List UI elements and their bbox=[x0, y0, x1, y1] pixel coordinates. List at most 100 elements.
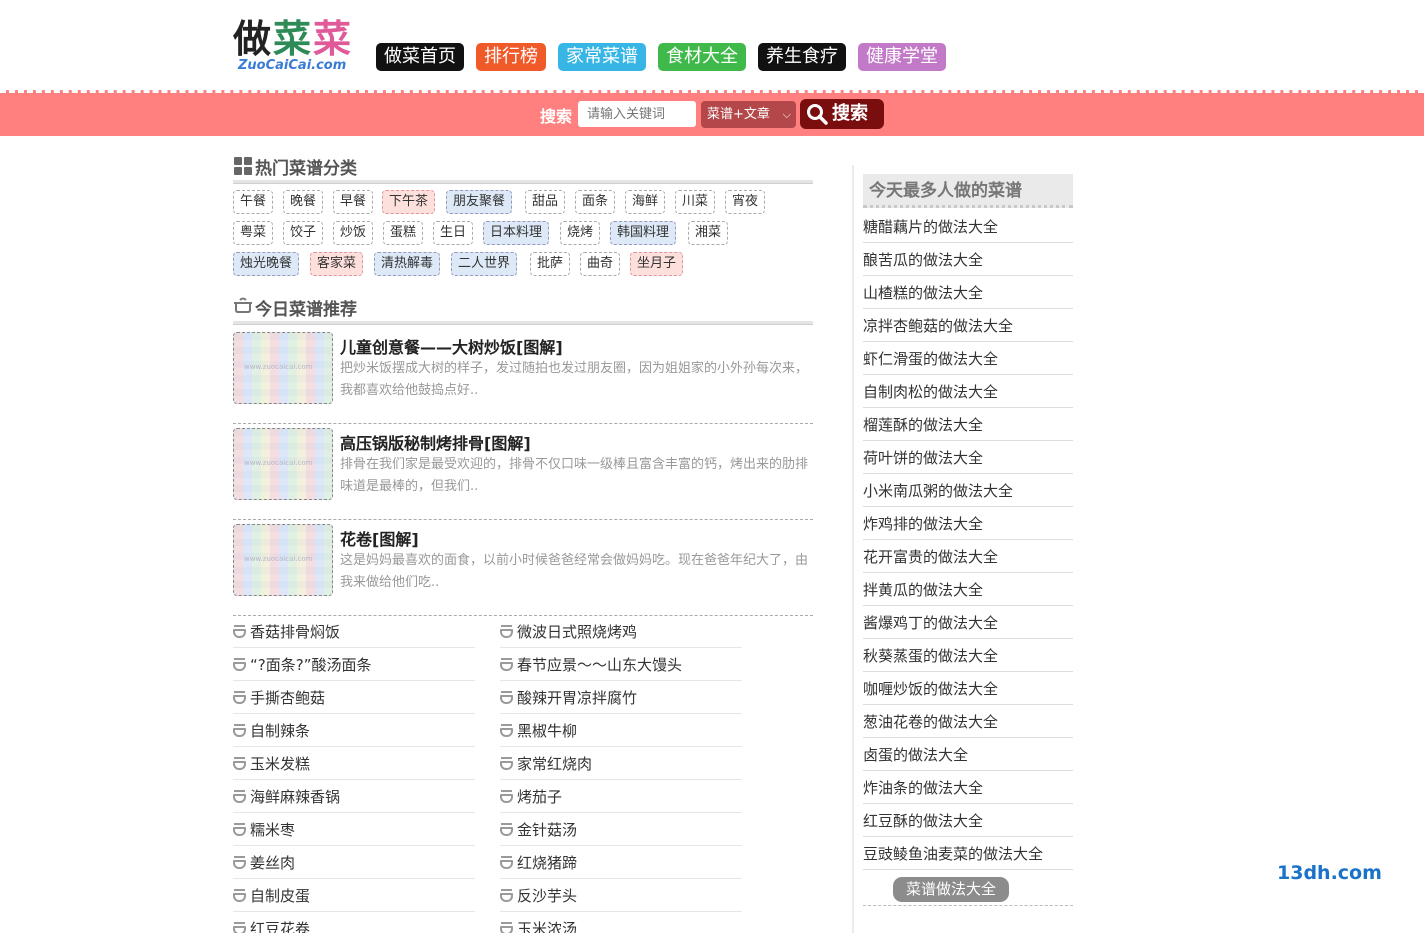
bowl-icon bbox=[233, 790, 246, 803]
category-tag[interactable]: 烧烤 bbox=[560, 221, 601, 245]
recipe-link-label: 姜丝肉 bbox=[250, 854, 296, 872]
popular-recipe-link[interactable]: 葱油花卷的做法大全 bbox=[863, 705, 1073, 738]
bowl-icon bbox=[500, 625, 513, 638]
recipe-link[interactable]: 红豆花卷 bbox=[233, 912, 475, 933]
recipe-link[interactable]: 酸辣开胃凉拌腐竹 bbox=[500, 681, 742, 714]
popular-recipe-link[interactable]: 酿苦瓜的做法大全 bbox=[863, 243, 1073, 276]
recipe-link[interactable]: 玉米发糕 bbox=[233, 747, 475, 780]
category-tag[interactable]: 客家菜 bbox=[310, 252, 364, 276]
logo-text: 做菜菜 bbox=[233, 8, 353, 63]
popular-recipe-label: 荷叶饼的做法大全 bbox=[863, 449, 984, 467]
search-label: 搜索 bbox=[540, 107, 573, 126]
popular-recipe-link[interactable]: 卤蛋的做法大全 bbox=[863, 738, 1073, 771]
popular-recipe-link[interactable]: 小米南瓜粥的做法大全 bbox=[863, 474, 1073, 507]
popular-recipe-label: 红豆酥的做法大全 bbox=[863, 812, 984, 830]
category-tag[interactable]: 烛光晚餐 bbox=[233, 252, 300, 276]
popular-recipe-link[interactable]: 虾仁滑蛋的做法大全 bbox=[863, 342, 1073, 375]
category-tag[interactable]: 下午茶 bbox=[382, 190, 436, 214]
nav-item[interactable]: 排行榜 bbox=[476, 43, 546, 71]
recipe-link[interactable]: 微波日式照烧烤鸡 bbox=[500, 615, 742, 648]
recipe-link[interactable]: 香菇排骨焖饭 bbox=[233, 615, 475, 648]
category-tag[interactable]: 蛋糕 bbox=[383, 221, 424, 245]
recipe-link[interactable]: 玉米浓汤 bbox=[500, 912, 742, 933]
popular-recipe-link[interactable]: 豆豉鲮鱼油麦菜的做法大全 bbox=[863, 837, 1073, 870]
recipe-link[interactable]: 春节应景～～山东大馒头 bbox=[500, 648, 742, 681]
recipe-link-label: 红豆花卷 bbox=[250, 920, 311, 933]
recipe-link[interactable]: 海鲜麻辣香锅 bbox=[233, 780, 475, 813]
recipe-link[interactable]: 黑椒牛柳 bbox=[500, 714, 742, 747]
category-tag[interactable]: 川菜 bbox=[675, 190, 716, 214]
category-tag[interactable]: 日本料理 bbox=[483, 221, 550, 245]
search-button[interactable]: 搜索 bbox=[800, 99, 884, 129]
recommend-title[interactable]: 花卷[图解] bbox=[340, 526, 419, 550]
category-tag[interactable]: 饺子 bbox=[283, 221, 324, 245]
nav-item[interactable]: 做菜首页 bbox=[376, 43, 464, 71]
nav-item[interactable]: 健康学堂 bbox=[858, 43, 946, 71]
more-recipes-button[interactable]: 菜谱做法大全 bbox=[893, 877, 1009, 902]
recipe-link[interactable]: 糯米枣 bbox=[233, 813, 475, 846]
popular-recipe-link[interactable]: 红豆酥的做法大全 bbox=[863, 804, 1073, 837]
popular-recipe-link[interactable]: 糖醋藕片的做法大全 bbox=[863, 210, 1073, 243]
recommend-title[interactable]: 儿童创意餐——大树炒饭[图解] bbox=[340, 334, 563, 358]
popular-recipe-link[interactable]: 自制肉松的做法大全 bbox=[863, 375, 1073, 408]
popular-recipe-link[interactable]: 拌黄瓜的做法大全 bbox=[863, 573, 1073, 606]
category-tag[interactable]: 生日 bbox=[433, 221, 474, 245]
popular-recipe-label: 卤蛋的做法大全 bbox=[863, 746, 969, 764]
recipe-link[interactable]: “?面条?”酸汤面条 bbox=[233, 648, 475, 681]
category-tag[interactable]: 坐月子 bbox=[630, 252, 684, 276]
popular-recipe-link[interactable]: 酱爆鸡丁的做法大全 bbox=[863, 606, 1073, 639]
popular-recipe-link[interactable]: 山楂糕的做法大全 bbox=[863, 276, 1073, 309]
category-tag[interactable]: 晚餐 bbox=[283, 190, 324, 214]
category-tag[interactable]: 宵夜 bbox=[725, 190, 766, 214]
popular-recipe-label: 凉拌杏鲍菇的做法大全 bbox=[863, 317, 1014, 335]
bowl-icon bbox=[233, 691, 246, 704]
recommend-title[interactable]: 高压锅版秘制烤排骨[图解] bbox=[340, 430, 531, 454]
popular-recipe-link[interactable]: 秋葵蒸蛋的做法大全 bbox=[863, 639, 1073, 672]
thumbnail-watermark: www.zuocaicai.com bbox=[244, 459, 313, 467]
recipe-thumbnail[interactable]: www.zuocaicai.com bbox=[233, 428, 333, 500]
recipe-link[interactable]: 手撕杏鲍菇 bbox=[233, 681, 475, 714]
category-tag[interactable]: 海鲜 bbox=[625, 190, 666, 214]
popular-recipe-link[interactable]: 炸油条的做法大全 bbox=[863, 771, 1073, 804]
recipe-link[interactable]: 反沙芋头 bbox=[500, 879, 742, 912]
popular-recipe-link[interactable]: 荷叶饼的做法大全 bbox=[863, 441, 1073, 474]
category-tag[interactable]: 早餐 bbox=[333, 190, 374, 214]
recipe-link[interactable]: 自制辣条 bbox=[233, 714, 475, 747]
popular-recipe-label: 山楂糕的做法大全 bbox=[863, 284, 984, 302]
category-tag[interactable]: 粤菜 bbox=[233, 221, 274, 245]
recipe-link[interactable]: 姜丝肉 bbox=[233, 846, 475, 879]
category-tag[interactable]: 午餐 bbox=[233, 190, 274, 214]
recipe-link[interactable]: 红烧猪蹄 bbox=[500, 846, 742, 879]
recipe-link[interactable]: 金针菇汤 bbox=[500, 813, 742, 846]
search-input[interactable] bbox=[578, 101, 696, 127]
popular-recipe-link[interactable]: 炸鸡排的做法大全 bbox=[863, 507, 1073, 540]
category-tag[interactable]: 甜品 bbox=[525, 190, 566, 214]
search-scope-select[interactable]: 菜谱+文章 ⌵ bbox=[701, 101, 796, 128]
site-logo[interactable]: 做菜菜 ZuoCaiCai.com bbox=[233, 8, 361, 76]
category-tag[interactable]: 朋友聚餐 bbox=[446, 190, 513, 214]
recipe-link[interactable]: 烤茄子 bbox=[500, 780, 742, 813]
category-tag[interactable]: 炒饭 bbox=[333, 221, 374, 245]
popular-recipe-label: 拌黄瓜的做法大全 bbox=[863, 581, 984, 599]
category-tag[interactable]: 批萨 bbox=[530, 252, 571, 276]
logo-char-1: 做 bbox=[233, 17, 274, 61]
section-divider bbox=[233, 321, 813, 325]
category-tag[interactable]: 湘菜 bbox=[688, 221, 729, 245]
popular-recipe-link[interactable]: 榴莲酥的做法大全 bbox=[863, 408, 1073, 441]
popular-recipe-link[interactable]: 凉拌杏鲍菇的做法大全 bbox=[863, 309, 1073, 342]
category-tag[interactable]: 清热解毒 bbox=[374, 252, 441, 276]
category-tag[interactable]: 韩国料理 bbox=[610, 221, 677, 245]
nav-item[interactable]: 养生食疗 bbox=[758, 43, 846, 71]
popular-recipe-link[interactable]: 花开富贵的做法大全 bbox=[863, 540, 1073, 573]
popular-recipe-link[interactable]: 咖喱炒饭的做法大全 bbox=[863, 672, 1073, 705]
category-tag[interactable]: 曲奇 bbox=[580, 252, 621, 276]
category-tag[interactable]: 二人世界 bbox=[451, 252, 518, 276]
recipe-link[interactable]: 家常红烧肉 bbox=[500, 747, 742, 780]
nav-item[interactable]: 食材大全 bbox=[658, 43, 746, 71]
nav-item[interactable]: 家常菜谱 bbox=[558, 43, 646, 71]
recipe-link[interactable]: 自制皮蛋 bbox=[233, 879, 475, 912]
recipe-thumbnail[interactable]: www.zuocaicai.com bbox=[233, 332, 333, 404]
recipe-link-label: “?面条?”酸汤面条 bbox=[250, 656, 372, 674]
category-tag[interactable]: 面条 bbox=[575, 190, 616, 214]
recipe-thumbnail[interactable]: www.zuocaicai.com bbox=[233, 524, 333, 596]
